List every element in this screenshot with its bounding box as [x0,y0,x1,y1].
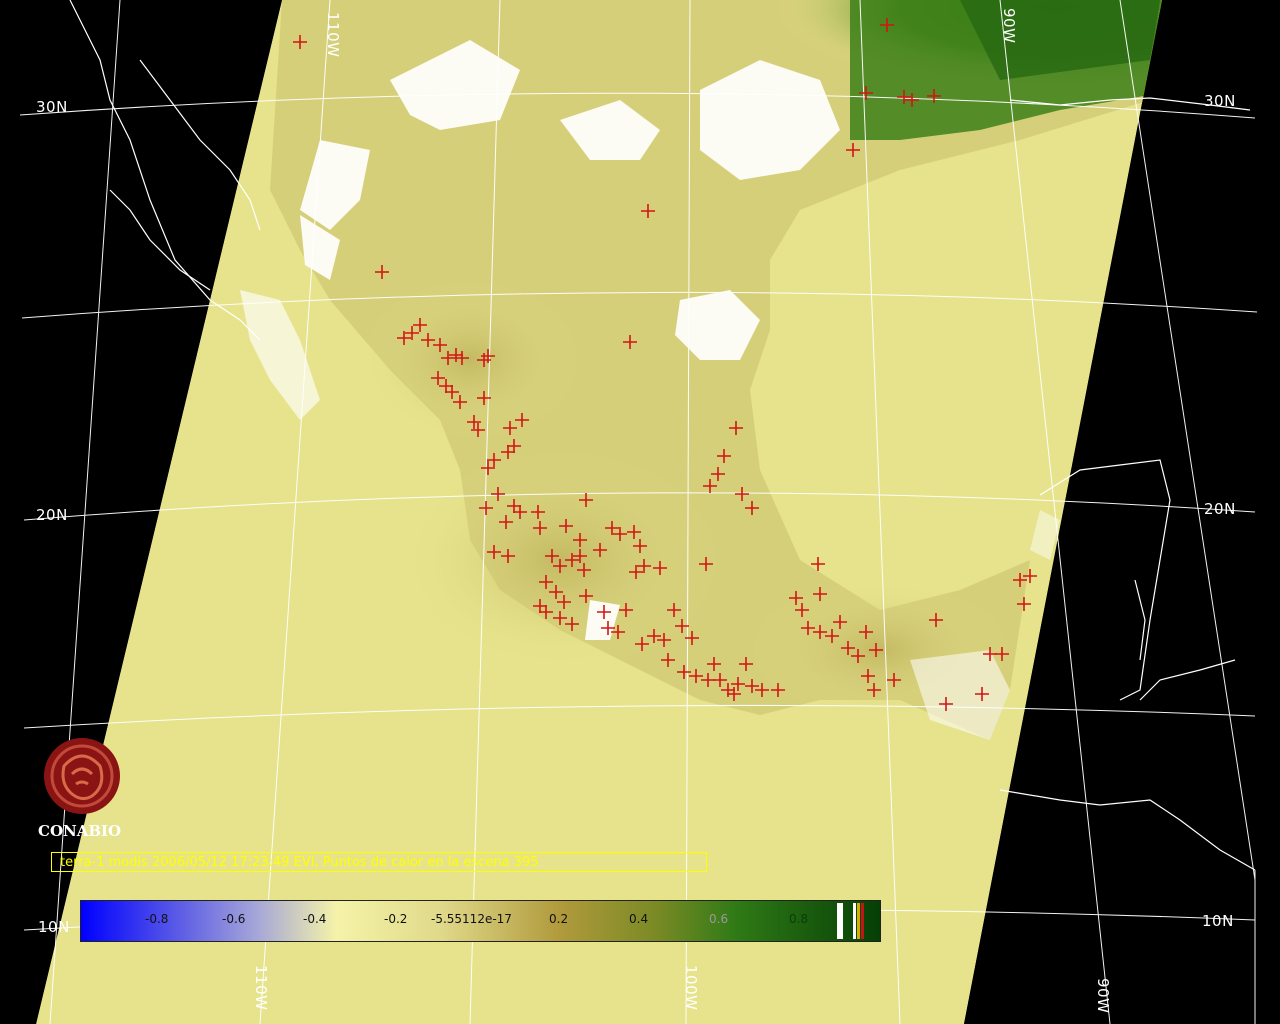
colorbar-tick: 0.6 [709,912,729,926]
lat-label-20n: 20N [36,506,68,524]
logo-text: CONABIO [38,822,122,840]
colorbar-tick: 0.8 [789,912,809,926]
lat-label-10n-right: 10N [1202,912,1234,930]
lon-label-110w-top: 110W [324,12,342,58]
lon-label-90w: 90W [1094,978,1112,1014]
conabio-seal-icon [44,738,120,814]
scene-caption: terra-1 modis 2006/05/12 17:23:49 EVI, P… [51,852,707,872]
lat-label-10n: 10N [38,918,70,936]
colorbar-tick: 0.2 [549,912,569,926]
lon-label-90w-top: 90W [1000,8,1018,44]
lon-label-110w: 110W [252,965,270,1011]
lat-label-30n-right: 30N [1204,92,1236,110]
lat-label-30n: 30N [36,98,68,116]
colorbar-tick: 0.4 [629,912,649,926]
colorbar-tick: -0.8 [145,912,169,926]
colorbar-tick: -0.2 [384,912,408,926]
lon-label-100w: 100W [682,965,700,1011]
colorbar-tick: -0.6 [222,912,246,926]
colorbar-tick: -5.55112e-17 [431,912,512,926]
colorbar-tick: -0.4 [303,912,327,926]
lat-label-20n-right: 20N [1204,500,1236,518]
